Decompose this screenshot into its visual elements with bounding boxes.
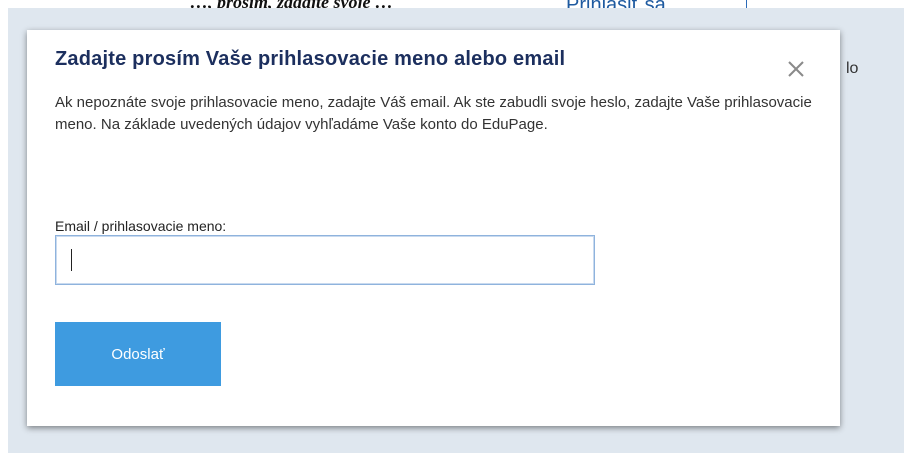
background-right-text: lo (846, 60, 859, 77)
close-icon (788, 61, 804, 77)
page: …, prosím, zadajte svoje … Prihlásiť sa … (0, 0, 904, 453)
email-field[interactable] (55, 235, 595, 285)
submit-button[interactable]: Odoslať (55, 322, 221, 386)
forgot-login-dialog: Zadajte prosím Vaše prihlasovacie meno a… (27, 30, 840, 426)
email-field-label: Email / prihlasovacie meno: (55, 218, 227, 234)
dialog-description: Ak nepoznáte svoje prihlasovacie meno, z… (55, 94, 812, 133)
text-caret (71, 249, 72, 271)
dialog-title: Zadajte prosím Vaše prihlasovacie meno a… (55, 48, 566, 70)
close-button[interactable] (783, 56, 809, 82)
